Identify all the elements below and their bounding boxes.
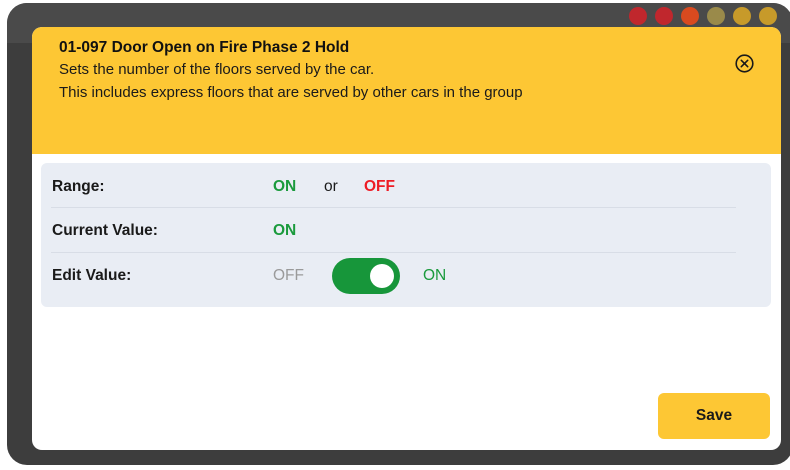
modal-title: 01-097 Door Open on Fire Phase 2 Hold	[59, 39, 350, 56]
warning-icon	[681, 7, 699, 25]
edit-off-label: OFF	[273, 267, 304, 284]
range-or-text: or	[324, 178, 338, 195]
toggle-knob	[370, 264, 394, 288]
edit-value-toggle[interactable]	[332, 258, 400, 294]
edit-on-label: ON	[423, 267, 447, 284]
edit-value-row: Edit Value: OFF ON	[41, 253, 771, 297]
range-off-value: OFF	[364, 178, 395, 195]
status-icon	[733, 7, 751, 25]
current-value-label: Current Value:	[52, 222, 158, 239]
current-value-row: Current Value: ON	[41, 208, 771, 252]
save-button[interactable]: Save	[658, 393, 770, 439]
close-circle-icon	[735, 54, 754, 73]
modal-description-line1: Sets the number of the floors served by …	[59, 61, 375, 78]
alert-icon	[629, 7, 647, 25]
current-value: ON	[273, 222, 297, 239]
range-row: Range: ON or OFF	[41, 163, 771, 207]
close-button[interactable]	[735, 54, 754, 73]
modal-description-line2: This includes express floors that are se…	[59, 84, 523, 101]
edit-value-label: Edit Value:	[52, 267, 132, 284]
settings-panel: Range: ON or OFF Current Value: ON Edit …	[41, 163, 771, 307]
background-status-icons	[629, 7, 777, 25]
alert-icon	[655, 7, 673, 25]
status-icon	[707, 7, 725, 25]
range-on-value: ON	[273, 178, 297, 195]
status-icon	[759, 7, 777, 25]
range-label: Range:	[52, 178, 105, 195]
parameter-modal: 01-097 Door Open on Fire Phase 2 Hold Se…	[32, 27, 781, 450]
modal-header: 01-097 Door Open on Fire Phase 2 Hold Se…	[32, 27, 781, 154]
